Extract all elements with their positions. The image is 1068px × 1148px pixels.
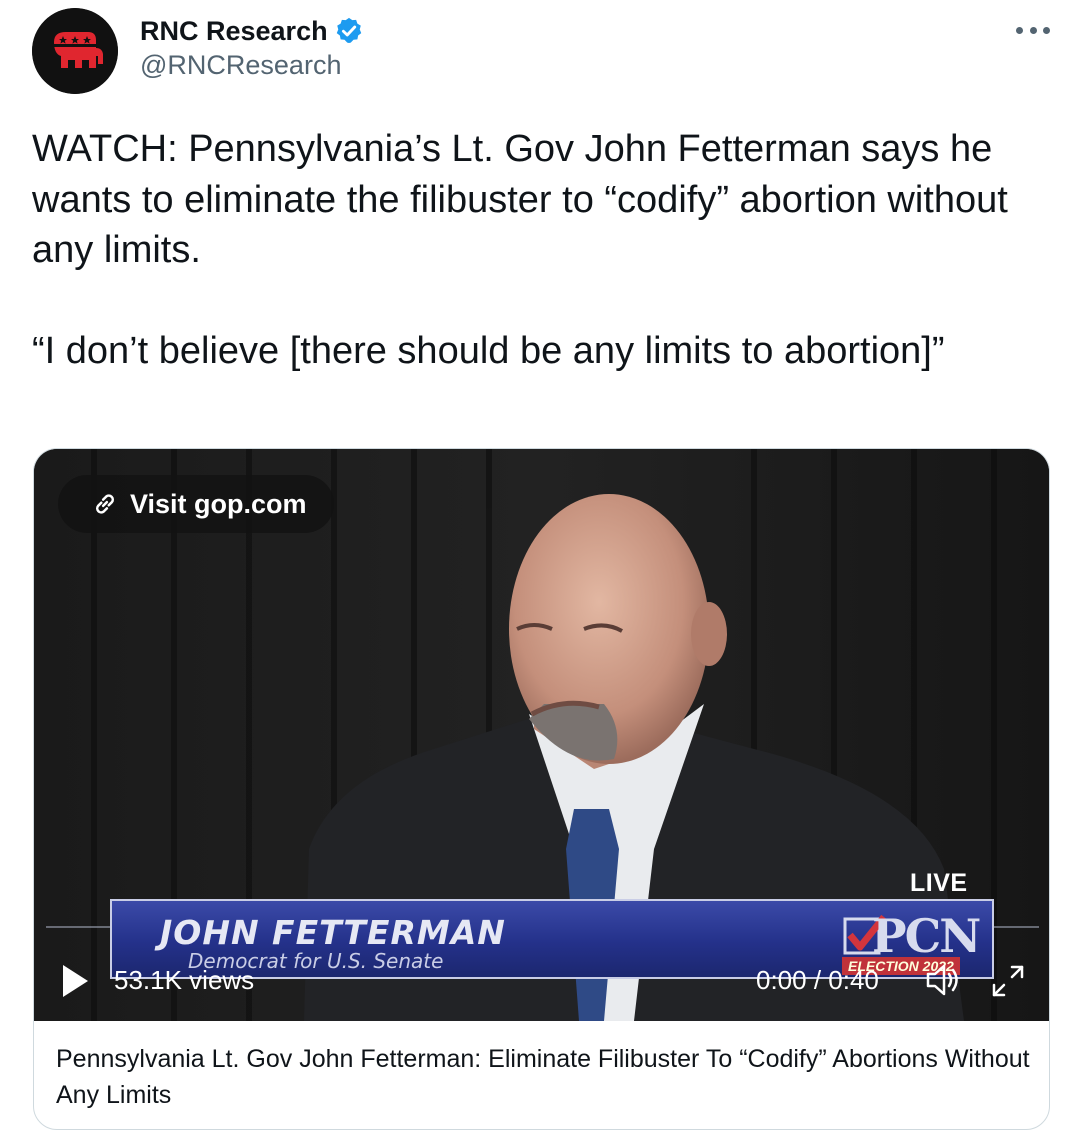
video-player[interactable]: Visit gop.com LIVE JOHN FETTERMAN Democr… (34, 449, 1049, 1021)
banner-name: JOHN FETTERMAN (160, 913, 506, 952)
view-count: 53.1K views (114, 965, 255, 995)
tweet: RNC Research @RNCResearch WATCH: Pennsyl… (0, 0, 1068, 1148)
media-card[interactable]: Visit gop.com LIVE JOHN FETTERMAN Democr… (33, 448, 1050, 1130)
volume-icon[interactable] (924, 961, 964, 999)
card-title[interactable]: Pennsylvania Lt. Gov John Fetterman: Eli… (56, 1041, 1036, 1113)
author-handle[interactable]: @RNCResearch (140, 50, 364, 81)
more-dot (1029, 26, 1037, 34)
visit-link-button[interactable]: Visit gop.com (58, 475, 334, 533)
fullscreen-icon[interactable] (990, 963, 1026, 999)
verified-badge-icon (336, 17, 361, 43)
link-icon (96, 494, 114, 514)
tweet-paragraph-1: WATCH: Pennsylvania’s Lt. Gov John Fette… (32, 128, 1008, 271)
more-dot (1016, 26, 1023, 34)
republican-elephant-icon (32, 8, 118, 94)
play-icon[interactable] (60, 963, 90, 999)
visit-link-label: Visit gop.com (130, 488, 307, 519)
author-name[interactable]: RNC Research (140, 16, 328, 47)
avatar[interactable] (32, 8, 118, 94)
video-time: 0:00 / 0:40 (756, 965, 879, 995)
tweet-paragraph-2: “I don’t believe [there should be any li… (32, 329, 945, 372)
live-label: LIVE (910, 869, 968, 897)
author-block: RNC Research @RNCResearch (140, 14, 364, 81)
more-dot (1043, 26, 1050, 34)
name-row: RNC Research (140, 14, 364, 48)
video-controls: 53.1K views 0:00 / 0:40 (34, 949, 1049, 1013)
tweet-text: WATCH: Pennsylvania’s Lt. Gov John Fette… (32, 124, 1057, 376)
more-options-icon[interactable] (1016, 18, 1050, 42)
